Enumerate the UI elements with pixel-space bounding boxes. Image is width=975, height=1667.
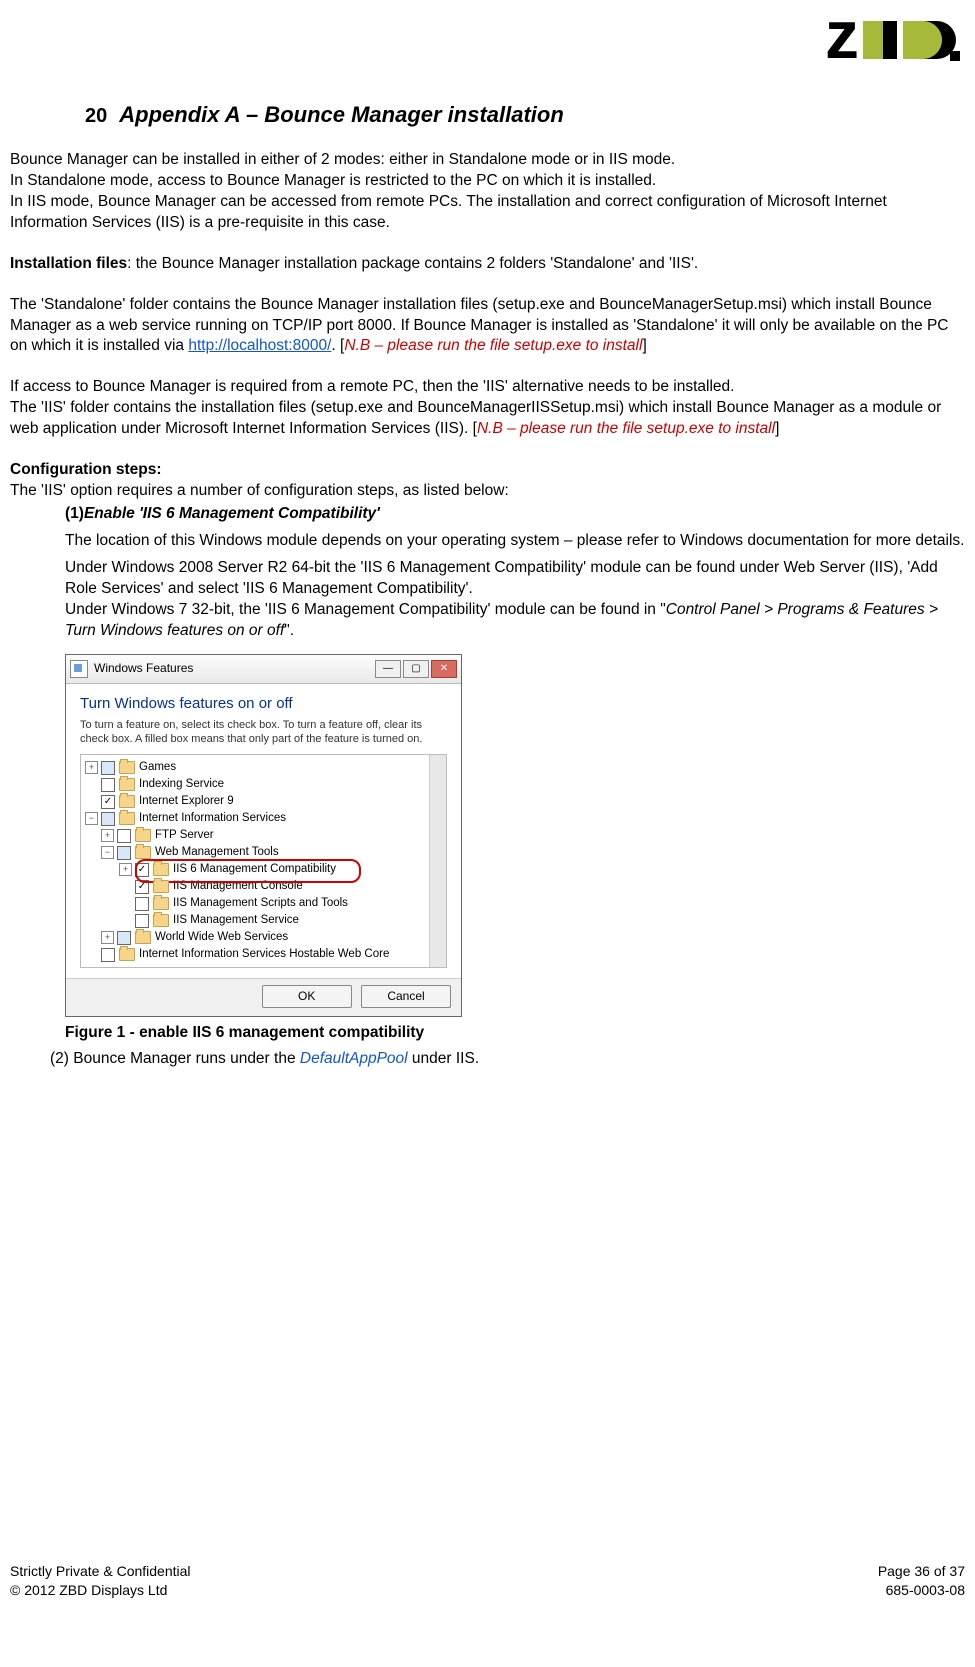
- cancel-button[interactable]: Cancel: [361, 985, 451, 1007]
- config-steps-head: Configuration steps:: [10, 460, 965, 481]
- tree-item-iis[interactable]: −Internet Information Services: [83, 810, 444, 827]
- minimize-button[interactable]: —: [375, 660, 401, 678]
- body-text: If access to Bounce Manager is required …: [10, 377, 965, 398]
- windows-features-dialog: Windows Features — ▢ ✕ Turn Windows feat…: [65, 654, 462, 1017]
- step-number: (1): [65, 505, 84, 522]
- body-text: Under Windows 2008 Server R2 64-bit the …: [65, 558, 965, 600]
- dialog-titlebar: Windows Features — ▢ ✕: [66, 655, 461, 684]
- body-text: The 'IIS' option requires a number of co…: [10, 481, 965, 502]
- svg-text:z: z: [825, 6, 859, 71]
- tree-item-svc[interactable]: IIS Management Service: [83, 912, 444, 929]
- tree-item-scripts[interactable]: IIS Management Scripts and Tools: [83, 895, 444, 912]
- feature-tree: +Games Indexing Service ✓Internet Explor…: [80, 754, 447, 968]
- subhead: Installation files: [10, 255, 127, 272]
- section-number: 20: [85, 103, 107, 130]
- dialog-title: Windows Features: [94, 660, 193, 676]
- tree-item-www[interactable]: +World Wide Web Services: [83, 929, 444, 946]
- body-text: : the Bounce Manager installation packag…: [127, 255, 698, 272]
- tree-item-ie9[interactable]: ✓Internet Explorer 9: [83, 793, 444, 810]
- tree-item-games[interactable]: +Games: [83, 759, 444, 776]
- tree-item-indexing[interactable]: Indexing Service: [83, 776, 444, 793]
- footer-copyright: © 2012 ZBD Displays Ltd: [10, 1581, 191, 1600]
- close-button[interactable]: ✕: [431, 660, 457, 678]
- body-text: Bounce Manager can be installed in eithe…: [10, 150, 965, 171]
- footer-page-num: Page 36 of 37: [878, 1562, 965, 1581]
- body-text: . [: [331, 337, 344, 354]
- ok-button[interactable]: OK: [262, 985, 352, 1007]
- tree-item-console[interactable]: ✓IIS Management Console: [83, 878, 444, 895]
- maximize-button[interactable]: ▢: [403, 660, 429, 678]
- tree-item-wmt[interactable]: −Web Management Tools: [83, 844, 444, 861]
- localhost-link[interactable]: http://localhost:8000/: [188, 337, 331, 354]
- section-heading: 20 Appendix A – Bounce Manager installat…: [10, 100, 965, 130]
- tree-item-iis6-compat[interactable]: +✓IIS 6 Management Compatibility: [83, 861, 444, 878]
- body-text: Under Windows 7 32-bit, the 'IIS 6 Manag…: [65, 601, 666, 618]
- footer-confidential: Strictly Private & Confidential: [10, 1562, 191, 1581]
- company-logo: z: [825, 6, 965, 71]
- app-pool-name: DefaultAppPool: [300, 1050, 408, 1067]
- section-title: Appendix A – Bounce Manager installation: [119, 100, 564, 130]
- dialog-subtext: To turn a feature on, select its check b…: [80, 718, 447, 747]
- tree-item-hostable[interactable]: Internet Information Services Hostable W…: [83, 946, 444, 963]
- body-text: The 'IIS' folder contains the installati…: [10, 399, 941, 437]
- step-number: (2): [50, 1050, 69, 1067]
- dialog-heading: Turn Windows features on or off: [80, 694, 447, 714]
- body-text: In IIS mode, Bounce Manager can be acces…: [10, 192, 965, 234]
- window-icon: [70, 660, 88, 678]
- nb-note: N.B – please run the file setup.exe to i…: [344, 337, 642, 354]
- body-text: ]: [775, 420, 779, 437]
- body-text: In Standalone mode, access to Bounce Man…: [10, 171, 965, 192]
- footer-doc-id: 685-0003-08: [878, 1581, 965, 1600]
- nb-note: N.B – please run the file setup.exe to i…: [477, 420, 775, 437]
- step-title: Enable 'IIS 6 Management Compatibility': [84, 505, 380, 522]
- body-text: Bounce Manager runs under the: [69, 1050, 300, 1067]
- tree-item-ftp[interactable]: +FTP Server: [83, 827, 444, 844]
- body-text: under IIS.: [408, 1050, 480, 1067]
- body-text: The location of this Windows module depe…: [10, 531, 965, 552]
- page-footer: Strictly Private & Confidential © 2012 Z…: [10, 1562, 965, 1600]
- body-text: ".: [284, 622, 294, 639]
- body-text: ]: [642, 337, 646, 354]
- figure-caption: Figure 1 - enable IIS 6 management compa…: [65, 1023, 965, 1044]
